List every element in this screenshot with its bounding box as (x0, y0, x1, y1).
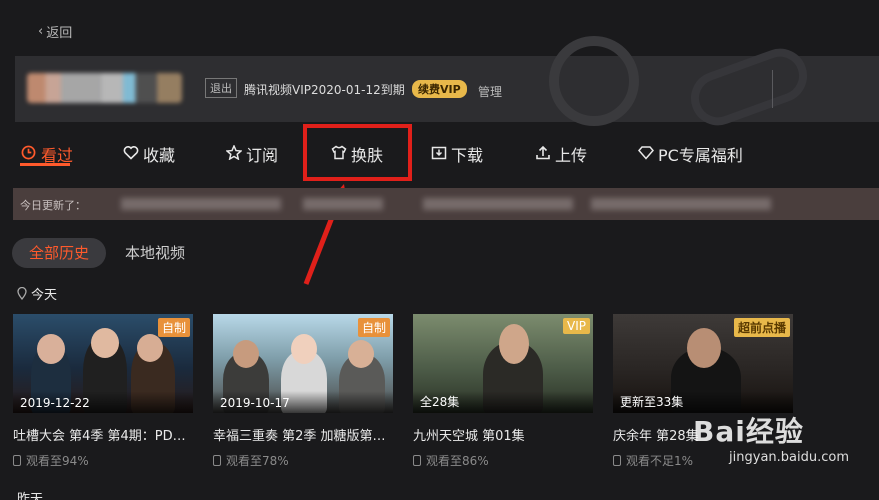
blurred-text (423, 198, 573, 210)
update-label: 今日更新了： (20, 199, 86, 212)
active-tab-indicator (20, 163, 70, 166)
clock-icon (20, 145, 37, 164)
subtab-all-history[interactable]: 全部历史 (12, 238, 106, 268)
progress-text: 观看至94% (26, 454, 89, 468)
phone-icon (13, 455, 21, 466)
section-yesterday: 昨天 (17, 492, 44, 500)
renew-vip-button[interactable]: 续费VIP (412, 80, 467, 98)
tab-subscriptions[interactable]: 订阅 (224, 142, 279, 166)
video-thumbnail[interactable]: VIP 全28集 (413, 314, 593, 413)
card-date: 2019-10-17 (220, 396, 290, 410)
tab-label: 订阅 (246, 146, 279, 165)
phone-icon (413, 455, 421, 466)
card-progress: 观看至94% (13, 452, 193, 469)
highlight-box (303, 124, 412, 181)
card-badge: 自制 (157, 318, 190, 337)
avatar[interactable] (27, 73, 182, 103)
tab-upload[interactable]: 上传 (534, 142, 587, 166)
manage-link[interactable]: 管理 (478, 83, 502, 100)
chevron-left-icon: ‹ (38, 24, 44, 39)
video-card[interactable]: VIP 全28集 九州天空城 第01集 观看至86% (413, 314, 593, 469)
tab-label: 收藏 (143, 146, 176, 165)
card-badge: 超前点播 (733, 318, 790, 337)
progress-text: 观看不足1% (626, 454, 694, 468)
video-card[interactable]: 自制 2019-12-22 吐槽大会 第4季 第4期：PDD… 观看至94% (13, 314, 193, 469)
back-button[interactable]: ‹ 返回 (38, 22, 72, 41)
phone-icon (213, 455, 221, 466)
blurred-text (121, 198, 281, 210)
star-icon (224, 143, 243, 164)
card-progress: 观看至86% (413, 452, 593, 469)
progress-text: 观看至78% (226, 454, 289, 468)
tab-favorites[interactable]: 收藏 (122, 142, 175, 166)
card-title[interactable]: 九州天空城 第01集 (413, 425, 593, 444)
card-episodes: 全28集 (420, 395, 460, 409)
video-card[interactable]: 自制 2019-10-17 幸福三重奏 第2季 加糖版第1… 观看至78% (213, 314, 393, 469)
download-icon (430, 145, 447, 164)
today-update-bar: 今日更新了： (13, 188, 879, 220)
logout-button[interactable]: 退出 (205, 78, 237, 98)
watermark-brand: Bai经验 (693, 415, 804, 448)
divider (772, 70, 773, 108)
section-today-label: 今天 (31, 288, 58, 303)
card-episodes: 更新至33集 (620, 395, 684, 409)
heart-icon (122, 145, 139, 164)
card-title[interactable]: 吐槽大会 第4季 第4期：PDD… (13, 425, 193, 444)
blurred-text (591, 198, 771, 210)
watermark-url: jingyan.baidu.com (729, 450, 849, 465)
card-date: 2019-12-22 (20, 396, 90, 410)
vip-expiry-text: 腾讯视频VIP2020-01-12到期 (244, 83, 405, 97)
progress-text: 观看至86% (426, 454, 489, 468)
card-progress: 观看至78% (213, 452, 393, 469)
account-banner: 退出 腾讯视频VIP2020-01-12到期 续费VIP 管理 (15, 36, 879, 133)
blurred-text (303, 198, 383, 210)
diamond-icon (637, 145, 654, 164)
card-badge: 自制 (357, 318, 390, 337)
location-pin-icon (17, 287, 27, 300)
subtab-local-videos[interactable]: 本地视频 (125, 238, 185, 268)
tab-label: 下载 (451, 146, 484, 165)
video-thumbnail[interactable]: 超前点播 更新至33集 (613, 314, 793, 413)
banner-decoration (549, 36, 639, 126)
banner-decoration (683, 41, 815, 133)
card-title[interactable]: 幸福三重奏 第2季 加糖版第1… (213, 425, 393, 444)
tab-label: 上传 (555, 146, 588, 165)
phone-icon (613, 455, 621, 466)
baidu-jingyan-watermark: Bai经验 jingyan.baidu.com (693, 410, 849, 465)
upload-icon (534, 145, 551, 164)
back-label: 返回 (46, 26, 73, 41)
video-thumbnail[interactable]: 自制 2019-12-22 (13, 314, 193, 413)
card-badge: VIP (563, 318, 590, 334)
tab-download[interactable]: 下载 (430, 142, 483, 166)
video-thumbnail[interactable]: 自制 2019-10-17 (213, 314, 393, 413)
section-today: 今天 (17, 284, 57, 303)
tab-pc-benefits[interactable]: PC专属福利 (637, 142, 743, 166)
tab-label: PC专属福利 (658, 146, 743, 165)
